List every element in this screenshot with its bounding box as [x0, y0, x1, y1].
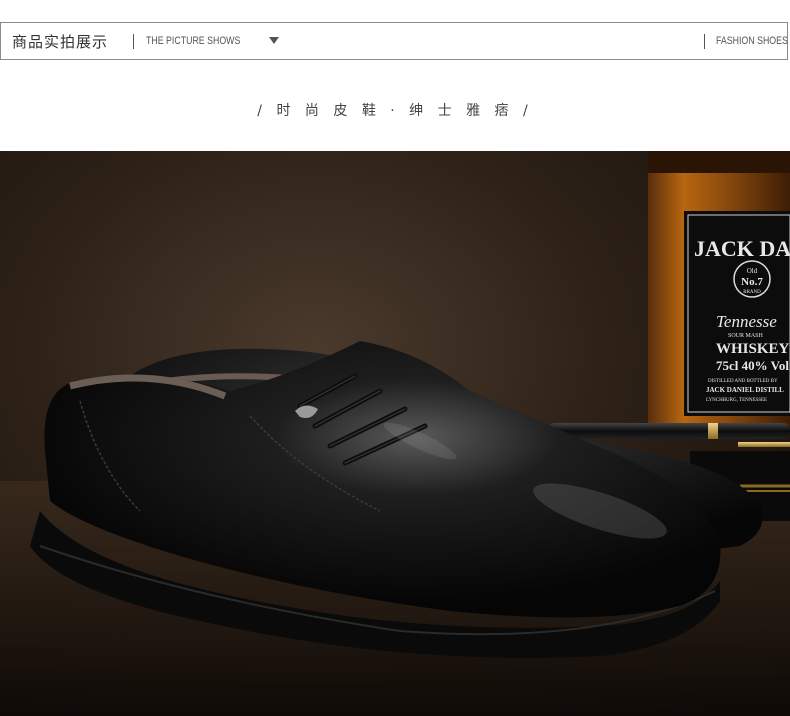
header-divider	[133, 34, 134, 49]
bottle-whiskey: WHISKEY	[716, 341, 790, 357]
header-divider	[704, 34, 705, 49]
fashion-shoes-label: FASHION SHOES	[716, 35, 788, 47]
bottle-lynchburg: LYNCHBURG, TENNESSEE	[706, 398, 767, 403]
chevron-down-icon[interactable]	[269, 37, 279, 44]
bottle-badge-no7: No.7	[741, 276, 763, 288]
product-photo: JACK DANI Old No.7 BRAND Tennesse SOUR M…	[0, 151, 790, 716]
bottle-tennessee: Tennesse	[716, 312, 777, 331]
section-title-cn: 商品实拍展示	[12, 33, 109, 51]
bottle-volume: 75cl 40% Vol	[716, 358, 789, 373]
tagline: / 时 尚 皮 鞋 · 绅 士 雅 痞 /	[257, 103, 533, 119]
bottle-distillery: JACK DANIEL DISTILL	[706, 386, 784, 394]
section-header-bar: 商品实拍展示 THE PICTURE SHOWS FASHION SHOES	[0, 22, 788, 60]
bottle-badge-old: Old	[747, 267, 758, 275]
bottle-badge-brand: BRAND	[743, 290, 761, 295]
section-title-en: THE PICTURE SHOWS	[146, 35, 241, 47]
bottle-brand: JACK DANI	[694, 236, 790, 261]
bottle-sour-mash: SOUR MASH	[728, 333, 764, 339]
whiskey-bottle	[648, 151, 790, 426]
bottle-distilled: DISTILLED AND BOTTLED BY	[708, 379, 778, 384]
